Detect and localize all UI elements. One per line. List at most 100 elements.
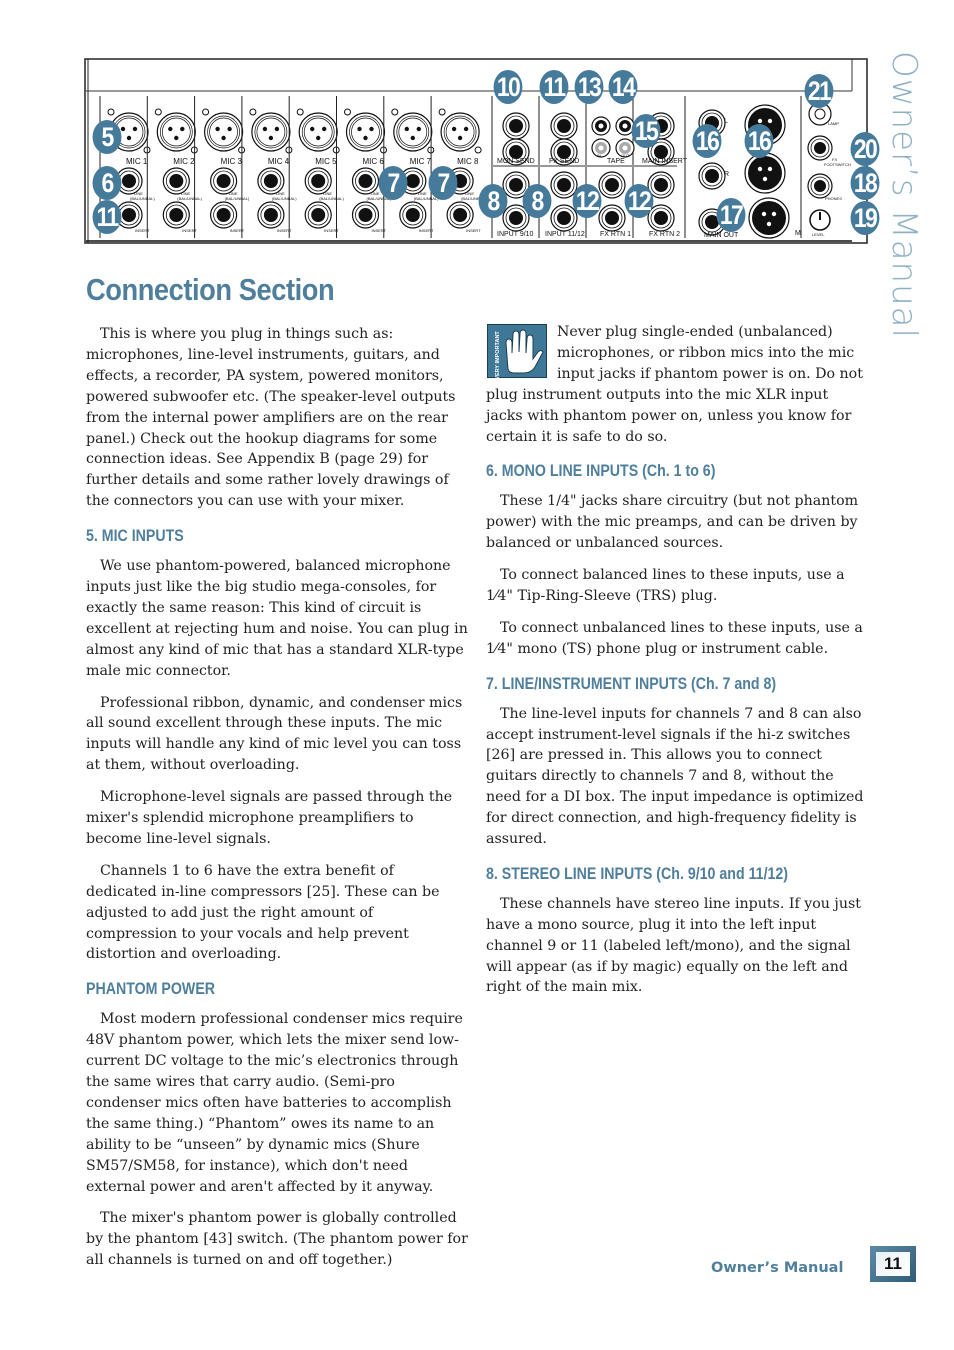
callout-badge-18: 18	[850, 166, 880, 200]
jack-hole	[557, 211, 571, 225]
callout-badge-5: 5	[92, 120, 122, 154]
jack-hole	[605, 178, 619, 192]
insert-label: INSERT	[276, 228, 292, 233]
line-instrument-heading: 7. LINE/INSTRUMENT INPUTS (Ch. 7 and 8)	[486, 674, 777, 693]
callout-badge-13: 13	[574, 70, 604, 104]
jack-hole	[654, 178, 668, 192]
xlr-pin	[126, 135, 132, 141]
jack-hole	[557, 119, 571, 133]
fx-rtn2-label: FX RTN 2	[649, 231, 680, 238]
mic-label: MIC 3	[220, 157, 242, 166]
line-instrument-paragraph: The line-level inputs for channels 7 and…	[486, 705, 864, 848]
mon-send-label: MON SEND	[497, 158, 535, 165]
jack-hole	[311, 208, 326, 222]
screw	[202, 108, 210, 116]
mic-xlr-input	[251, 112, 291, 152]
insert-label: INSERT	[466, 228, 481, 233]
phantom-power-paragraph: Most modern professional condenser mics …	[86, 1011, 463, 1195]
callout-badge-6: 6	[92, 166, 122, 200]
hand-stop-icon: VERY IMPORTANT	[487, 324, 547, 380]
xlr-pin	[757, 166, 763, 172]
left-column: This is where you plug in things such as…	[86, 324, 468, 1282]
jack-hole	[509, 145, 523, 159]
input-1112-label: INPUT 11/12	[545, 231, 585, 238]
mic-inputs-paragraph: Professional ribbon, dynamic, and conden…	[86, 694, 463, 774]
phantom-power-heading: PHANTOM POWER	[86, 980, 216, 999]
xlr-pin	[416, 126, 421, 132]
callout-badge-10: 10	[493, 70, 523, 104]
jack-hole	[557, 178, 571, 192]
page-number: 11	[876, 1252, 910, 1276]
warning-note: VERY IMPORTANT Never plug single-ended (…	[486, 322, 868, 447]
balunbal-label: (BAL/UNBAL)	[130, 196, 155, 201]
mic-label: MIC 7	[409, 157, 432, 166]
xlr-pin	[227, 126, 232, 132]
balunbal-label: (BAL/UNBAL)	[271, 196, 297, 201]
screw	[391, 108, 399, 116]
connection-panel-diagram: MIC 1 LINE (BAL/UNBAL) INSERT MIC 2 LINE (BAL/…	[84, 58, 880, 244]
insert-label: INSERT	[371, 228, 387, 233]
jack-hole	[654, 211, 668, 225]
mic-label: MIC 1	[126, 157, 148, 166]
jack-hole	[358, 174, 373, 188]
balunbal-label: (BAL/UNBAL)	[224, 196, 250, 201]
mic-inputs-heading: 5. MIC INPUTS	[86, 527, 184, 546]
jack-hole	[216, 208, 231, 222]
jack-hole	[654, 145, 668, 159]
jack-hole	[311, 174, 326, 188]
callout-badge-16: 16	[692, 124, 722, 158]
xlr-body	[752, 201, 786, 235]
xlr-pin	[767, 118, 773, 124]
callout-badge-15: 15	[631, 114, 661, 148]
mono-line-paragraph: These 1/4" jacks share circuitry (but no…	[486, 493, 859, 552]
xlr-pin	[262, 126, 268, 132]
screw	[344, 108, 351, 116]
xlr-pin	[316, 135, 321, 141]
callout-badge-21: 21	[804, 74, 834, 108]
xlr-pin	[180, 126, 185, 132]
jack-hole	[122, 174, 136, 188]
mic-inputs-paragraph: Microphone-level signals are passed thro…	[86, 789, 453, 847]
callout-badge-7: 7	[428, 166, 458, 200]
xlr-pin	[174, 135, 179, 141]
callout-badge-14: 14	[608, 70, 638, 104]
mic-label: MIC 8	[457, 157, 479, 166]
jack-hole	[557, 145, 571, 159]
callout-badge-8: 8	[522, 184, 552, 218]
xlr-pin	[369, 126, 374, 132]
phones-label: PHONES	[825, 196, 842, 201]
callout-badge-11: 11	[539, 70, 569, 104]
xlr-pin	[221, 135, 226, 141]
side-title-text: Owner’s Manual	[884, 51, 924, 339]
mic-inputs-paragraph: Channels 1 to 6 have the extra benefit o…	[86, 862, 440, 963]
right-column: VERY IMPORTANT Never plug single-ended (…	[486, 322, 868, 1009]
jack-hole	[705, 169, 719, 183]
jack-hole	[453, 208, 468, 222]
xlr-pin	[771, 211, 777, 217]
callout-badge-19: 19	[850, 201, 880, 235]
mic-xlr-input	[393, 112, 433, 152]
lamp-label: LAMP	[828, 121, 839, 126]
side-title: Owner’s Manual	[879, 51, 929, 339]
jack-hole	[605, 211, 619, 225]
xlr-pin	[767, 166, 773, 172]
l-label: L	[724, 118, 728, 125]
xlr-pin	[268, 135, 274, 141]
jack-hole	[405, 174, 420, 188]
mono-line-heading: 6. MONO LINE INPUTS (Ch. 1 to 6)	[486, 462, 716, 481]
jack-hole	[814, 180, 826, 192]
screw	[249, 108, 257, 116]
r-label: R	[724, 171, 730, 178]
rca-pin	[622, 145, 628, 151]
screw	[107, 108, 115, 116]
callout-badge-7: 7	[378, 166, 408, 200]
fx-rtn1-label: FX RTN 1	[600, 231, 631, 238]
tape-in-label: IN	[597, 153, 601, 158]
xlr-pin	[363, 135, 368, 141]
jack-hole	[169, 174, 184, 188]
main-out-label: MAIN OUT	[704, 232, 739, 239]
insert-label: INSERT	[135, 228, 150, 233]
xlr-pin	[322, 126, 327, 132]
screw	[154, 108, 162, 116]
screw	[474, 146, 482, 154]
